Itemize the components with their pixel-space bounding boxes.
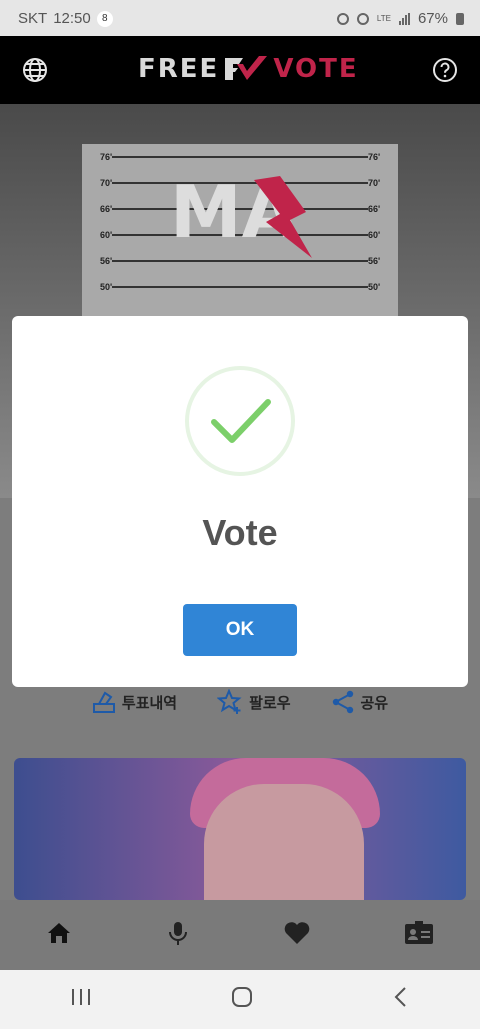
dialog-title: Vote bbox=[202, 512, 278, 553]
artist-photo[interactable] bbox=[14, 758, 466, 900]
ok-button[interactable]: OK bbox=[183, 604, 297, 656]
logo-mark-icon bbox=[225, 56, 268, 80]
share-button[interactable]: 공유 bbox=[331, 682, 389, 722]
lightning-mark-icon bbox=[254, 176, 312, 258]
battery-icon bbox=[456, 12, 464, 25]
home-icon bbox=[48, 922, 71, 943]
nav-favorites[interactable] bbox=[283, 920, 311, 951]
success-check-icon bbox=[185, 366, 295, 476]
height-mark: 56' bbox=[100, 256, 113, 266]
height-mark: 70' bbox=[100, 178, 113, 188]
alarm-icon bbox=[336, 12, 349, 25]
id-card-icon bbox=[404, 920, 433, 944]
status-bar: SKT 12:50 8 LTE 67% bbox=[0, 0, 480, 36]
lineup-poster: 76' 70' 66' 60' 56' 50' 76' 70' 66' 60' … bbox=[82, 144, 398, 324]
battery-percent: 67% bbox=[417, 10, 448, 27]
network-type-label: LTE bbox=[376, 13, 391, 23]
signal-icon bbox=[398, 12, 410, 25]
height-mark: 60' bbox=[368, 230, 381, 240]
back-arrow-icon bbox=[394, 987, 407, 1007]
carrier-label: SKT bbox=[18, 10, 48, 27]
recent-apps-button[interactable] bbox=[69, 987, 93, 1012]
follow-button[interactable]: 팔로우 bbox=[217, 682, 291, 722]
height-mark: 66' bbox=[100, 204, 113, 214]
height-mark: 60' bbox=[100, 230, 113, 240]
star-plus-icon bbox=[217, 689, 242, 714]
heart-icon bbox=[284, 921, 310, 944]
microphone-icon bbox=[168, 921, 187, 945]
vote-history-button[interactable]: 투표내역 bbox=[92, 682, 177, 722]
success-dialog: Vote OK bbox=[12, 316, 468, 687]
system-navigation-bar bbox=[0, 970, 480, 1029]
ballot-icon bbox=[92, 691, 115, 713]
share-icon bbox=[332, 690, 353, 714]
home-circle-icon bbox=[231, 987, 252, 1007]
height-mark: 66' bbox=[368, 204, 381, 214]
time-label: 12:50 bbox=[53, 10, 91, 27]
app-logo: FREE VOTE bbox=[138, 54, 359, 84]
nav-home[interactable] bbox=[46, 920, 72, 951]
photo-detail bbox=[204, 784, 364, 900]
height-mark: 76' bbox=[100, 152, 113, 162]
follow-label: 팔로우 bbox=[249, 694, 291, 712]
nav-mic[interactable] bbox=[165, 920, 191, 951]
globe-icon[interactable] bbox=[17, 52, 53, 88]
back-button[interactable] bbox=[391, 985, 411, 1014]
height-mark: 70' bbox=[368, 178, 381, 188]
height-mark: 50' bbox=[368, 282, 381, 292]
sync-icon bbox=[356, 12, 369, 25]
height-mark: 76' bbox=[368, 152, 381, 162]
notification-badge: 8 bbox=[96, 10, 113, 27]
home-system-button[interactable] bbox=[230, 985, 254, 1014]
height-mark: 56' bbox=[368, 256, 381, 266]
app-header: FREE VOTE bbox=[0, 36, 480, 104]
nav-profile[interactable] bbox=[404, 920, 434, 951]
action-bar: 투표내역 팔로우 공유 bbox=[0, 682, 480, 722]
help-icon[interactable] bbox=[427, 52, 463, 88]
logo-free-text: FREE bbox=[138, 54, 220, 84]
height-mark: 50' bbox=[100, 282, 113, 292]
logo-vote-text: VOTE bbox=[273, 54, 359, 84]
share-label: 공유 bbox=[360, 694, 389, 712]
bottom-nav bbox=[0, 900, 480, 970]
recent-apps-icon bbox=[71, 989, 90, 1005]
vote-history-label: 투표내역 bbox=[121, 694, 178, 712]
